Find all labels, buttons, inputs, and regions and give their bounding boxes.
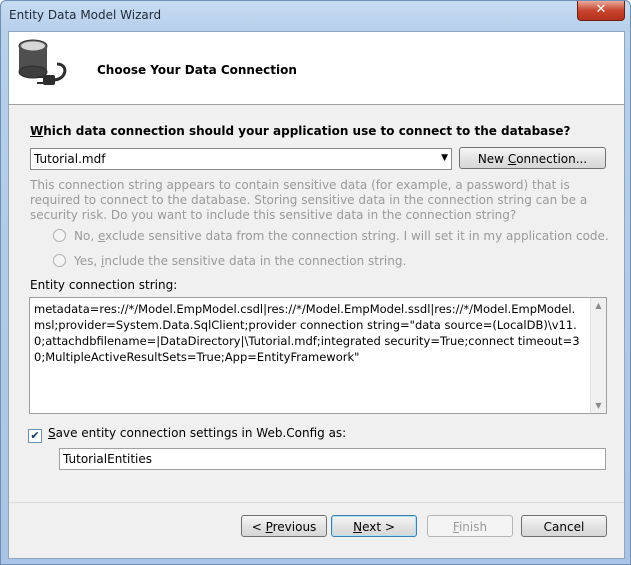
window-title: Entity Data Model Wizard bbox=[9, 8, 162, 22]
previous-button[interactable]: < Previous bbox=[241, 515, 327, 537]
connection-question-label: Which data connection should your applic… bbox=[30, 124, 571, 138]
entities-name-input[interactable]: TutorialEntities bbox=[59, 448, 606, 470]
save-settings-checkbox-row[interactable]: ✔ Save entity connection settings in Web.… bbox=[28, 426, 346, 443]
entities-name-value: TutorialEntities bbox=[63, 452, 153, 466]
connection-selected-value: Tutorial.mdf bbox=[34, 152, 106, 166]
next-button[interactable]: Next > bbox=[331, 515, 417, 537]
radio-circle-icon[interactable] bbox=[53, 254, 66, 267]
close-button[interactable]: ✕ bbox=[577, 1, 625, 21]
sensitive-data-info: This connection string appears to contai… bbox=[30, 178, 588, 222]
vertical-scrollbar[interactable]: ▲ ▼ bbox=[590, 298, 606, 413]
page-title: Choose Your Data Connection bbox=[97, 63, 297, 77]
chevron-down-icon[interactable]: ▼ bbox=[441, 153, 448, 163]
scroll-down-icon[interactable]: ▼ bbox=[591, 398, 606, 413]
include-sensitive-radio[interactable]: Yes, include the sensitive data in the c… bbox=[53, 254, 406, 268]
wizard-client-area: Choose Your Data Connection Which data c… bbox=[8, 31, 625, 559]
checkbox-checked-icon[interactable]: ✔ bbox=[28, 429, 42, 443]
entity-connection-string-label: Entity connection string: bbox=[30, 278, 178, 292]
wizard-window: Entity Data Model Wizard ✕ Choose Your D… bbox=[0, 0, 631, 565]
wizard-header: Choose Your Data Connection bbox=[9, 32, 624, 105]
footer-divider bbox=[9, 502, 624, 503]
scroll-up-icon[interactable]: ▲ bbox=[591, 298, 606, 313]
radio-circle-icon[interactable] bbox=[53, 229, 66, 242]
connection-dropdown[interactable]: Tutorial.mdf ▼ bbox=[30, 148, 452, 170]
exclude-sensitive-radio[interactable]: No, exclude sensitive data from the conn… bbox=[53, 229, 609, 243]
cancel-button[interactable]: Cancel bbox=[521, 515, 607, 537]
title-bar[interactable]: Entity Data Model Wizard ✕ bbox=[1, 1, 630, 31]
new-connection-button[interactable]: New Connection... bbox=[459, 147, 606, 169]
entity-connection-string-value: metadata=res://*/Model.EmpModel.csdl|res… bbox=[34, 302, 580, 364]
finish-button[interactable]: Finish bbox=[427, 515, 513, 537]
entity-connection-string-textarea[interactable]: metadata=res://*/Model.EmpModel.csdl|res… bbox=[29, 297, 607, 414]
database-plug-icon bbox=[18, 39, 67, 85]
